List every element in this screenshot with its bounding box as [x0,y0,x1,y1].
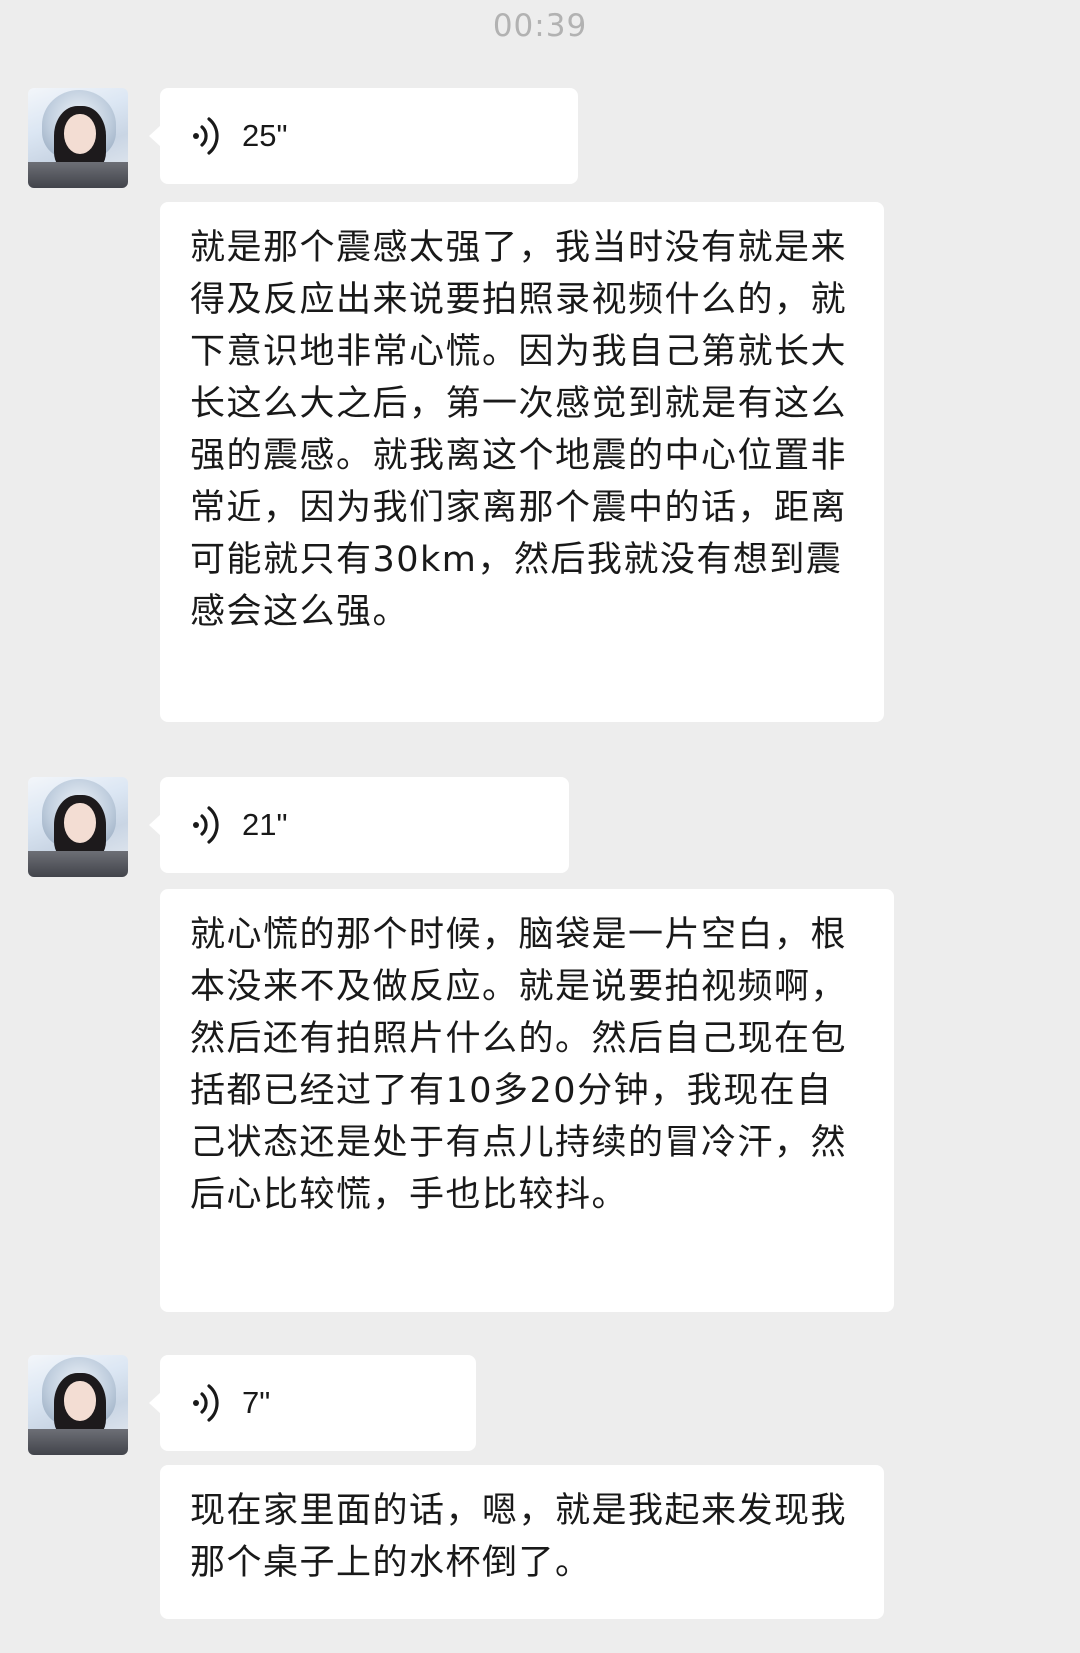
avatar[interactable] [28,1355,128,1455]
transcription-text[interactable]: 就心慌的那个时候，脑袋是一片空白，根本没来不及做反应。就是说要拍视频啊，然后还有… [160,889,894,1312]
transcription-text[interactable]: 现在家里面的话，嗯，就是我起来发现我那个桌子上的水杯倒了。 [160,1465,884,1619]
avatar[interactable] [28,88,128,188]
voice-wave-icon [193,1384,219,1422]
voice-wave-icon [193,806,219,844]
chat-timestamp: 00:39 [492,8,588,44]
avatar[interactable] [28,777,128,877]
voice-duration: 7" [242,1385,271,1420]
voice-message-bubble[interactable]: 21" [149,777,569,873]
voice-message-bubble[interactable]: 25" [149,88,578,184]
voice-wave-icon [193,117,219,155]
transcription-text[interactable]: 就是那个震感太强了，我当时没有就是来得及反应出来说要拍照录视频什么的，就下意识地… [160,202,884,722]
voice-message-bubble[interactable]: 7" [149,1355,476,1451]
voice-duration: 25" [242,118,288,153]
voice-duration: 21" [242,807,288,842]
